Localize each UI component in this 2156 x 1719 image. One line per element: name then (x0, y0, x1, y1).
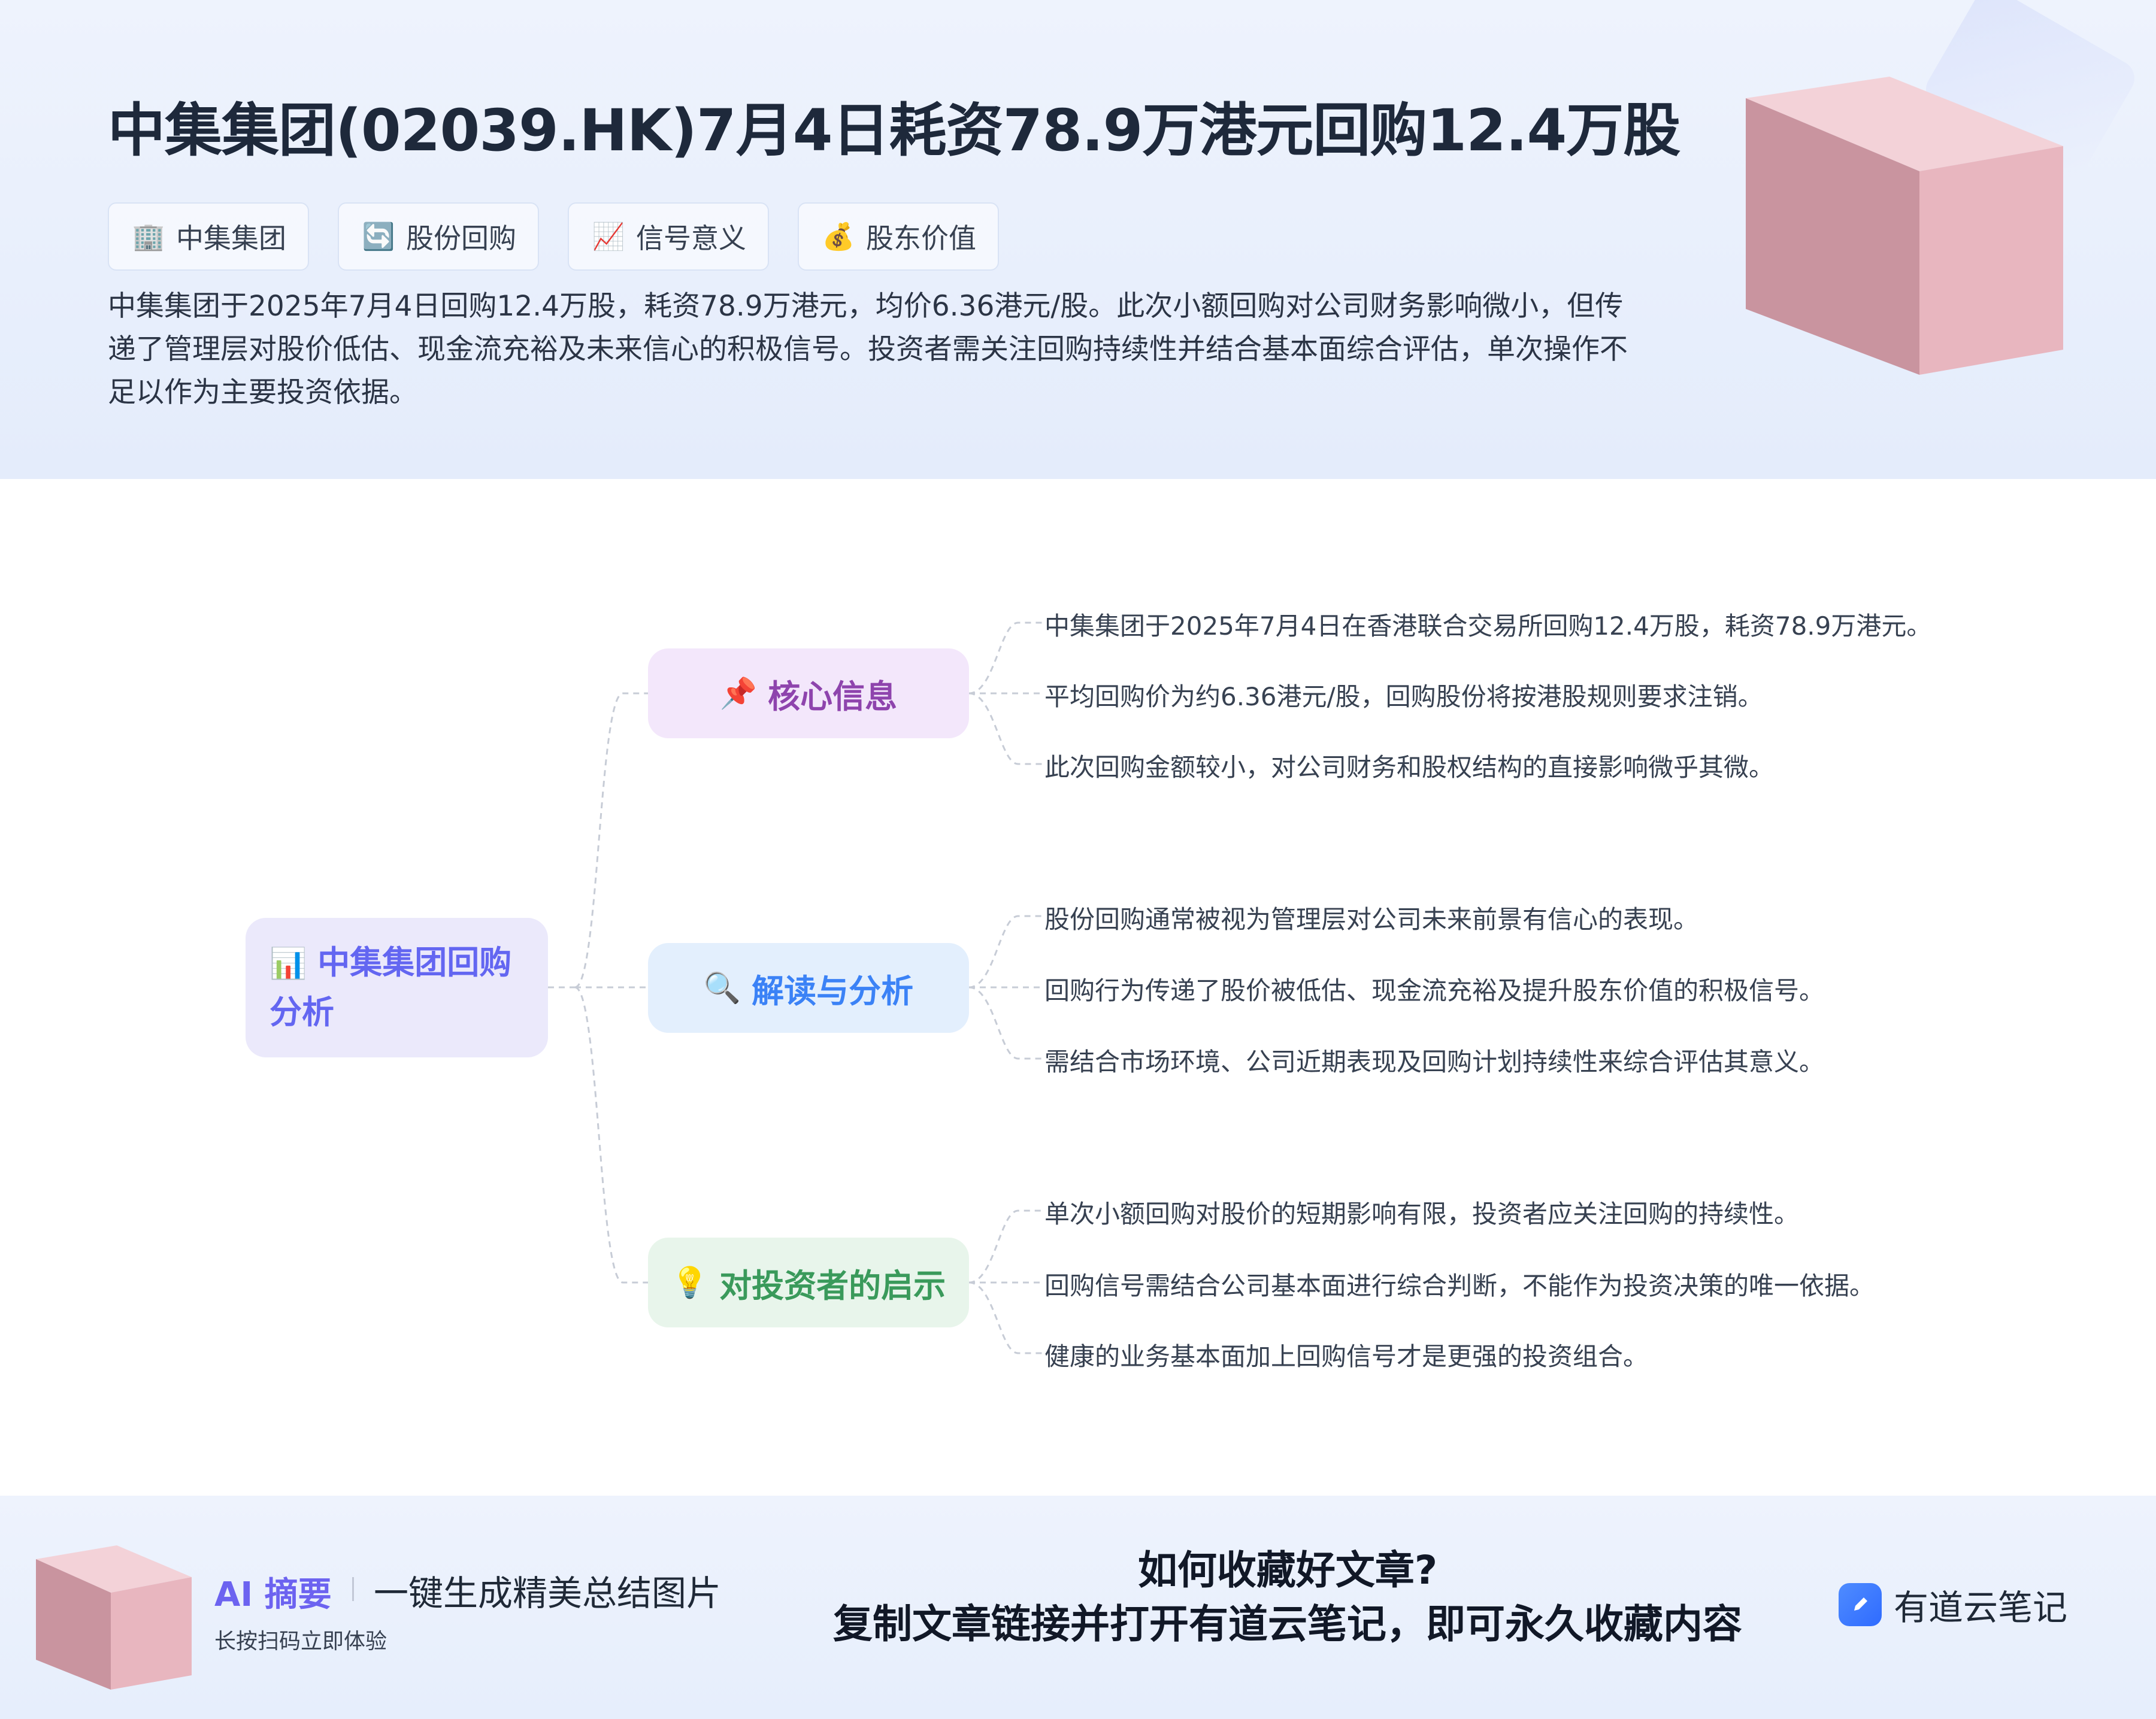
tag-company: 🏢 中集集团 (108, 202, 309, 271)
tag-value: 💰 股东价值 (798, 202, 999, 271)
tag-buyback: 🔄 股份回购 (338, 202, 539, 271)
leaf-text: 回购行为传递了股价被低估、现金流充裕及提升股东价值的积极信号。 (1044, 976, 1825, 1005)
branch-label: 对投资者的启示 (719, 1266, 946, 1305)
cta-question: 如何收藏好文章? (1137, 1547, 1438, 1593)
root-node: 📊 中集集团回购分析 (246, 918, 548, 1057)
cta-instruction: 复制文章链接并打开有道云笔记，即可永久收藏内容 (833, 1601, 1742, 1647)
mind-map: 📊 中集集团回购分析 📌 核心信息 🔍 解读与分析 💡 对投资者的启示 中集集团于… (0, 479, 2156, 1497)
pushpin-icon: 📌 (719, 675, 758, 711)
refresh-icon: 🔄 (362, 222, 395, 252)
divider (352, 1577, 354, 1601)
brand-logo[interactable]: 有道云笔记 (1839, 1579, 2067, 1630)
money-bag-icon: 💰 (822, 222, 855, 252)
leaf-text: 需结合市场环境、公司近期表现及回购计划持续性来综合评估其意义。 (1044, 1047, 1825, 1077)
page-title: 中集集团(02039.HK)7月4日耗资78.9万港元回购12.4万股 (108, 97, 1680, 164)
magnifier-icon: 🔍 (703, 970, 741, 1005)
leaf-text: 中集集团于2025年7月4日在香港联合交易所回购12.4万股，耗资78.9万港元… (1044, 611, 1932, 641)
tag-label: 中集集团 (176, 222, 286, 254)
ai-tagline: 一键生成精美总结图片 (374, 1573, 722, 1614)
leaf-text: 健康的业务基本面加上回购信号才是更强的投资组合。 (1044, 1342, 1649, 1371)
leaf-text: 单次小额回购对股价的短期影响有限，投资者应关注回购的持续性。 (1044, 1199, 1800, 1229)
branch-node-core-info: 📌 核心信息 (648, 648, 969, 738)
note-app-icon (1839, 1583, 1882, 1626)
footer: AI 摘要 一键生成精美总结图片 长按扫码立即体验 如何收藏好文章? 复制文章链… (0, 1496, 2156, 1719)
summary-text: 中集集团于2025年7月4日回购12.4万股，耗资78.9万港元，均价6.36港… (108, 290, 1628, 409)
lightbulb-icon: 💡 (671, 1265, 709, 1300)
leaf-text: 股份回购通常被视为管理层对公司未来前景有信心的表现。 (1044, 905, 1699, 934)
branch-label: 解读与分析 (752, 972, 914, 1010)
scan-hint: 长按扫码立即体验 (214, 1629, 387, 1654)
chart-up-icon: 📈 (592, 222, 625, 252)
tag-list: 🏢 中集集团 🔄 股份回购 📈 信号意义 💰 股东价值 (108, 202, 999, 271)
brand-name: 有道云笔记 (1894, 1587, 2068, 1628)
leaf-text: 此次回购金额较小，对公司财务和股权结构的直接影响微乎其微。 (1044, 753, 1775, 782)
bar-chart-icon: 📊 (270, 946, 307, 981)
leaf-text: 平均回购价为约6.36港元/股，回购股份将按港股规则要求注销。 (1044, 682, 1763, 711)
building-icon: 🏢 (132, 222, 165, 252)
tag-signal: 📈 信号意义 (568, 202, 769, 271)
branch-label: 核心信息 (768, 677, 898, 716)
leaf-text: 回购信号需结合公司基本面进行综合判断，不能作为投资决策的唯一依据。 (1044, 1271, 1875, 1300)
cta-block: 如何收藏好文章? 复制文章链接并打开有道云笔记，即可永久收藏内容 (749, 1544, 1827, 1651)
tag-label: 股东价值 (866, 222, 976, 254)
ai-summary-label: AI 摘要 (214, 1575, 332, 1614)
header: 中集集团(02039.HK)7月4日耗资78.9万港元回购12.4万股 🏢 中集… (0, 0, 2156, 479)
cube-illustration (1740, 71, 2075, 382)
branch-node-investor-insights: 💡 对投资者的启示 (648, 1238, 969, 1327)
cube-illustration-small (33, 1542, 195, 1692)
tag-label: 信号意义 (636, 222, 746, 254)
tag-label: 股份回购 (406, 222, 516, 254)
branch-node-analysis: 🔍 解读与分析 (648, 943, 969, 1033)
